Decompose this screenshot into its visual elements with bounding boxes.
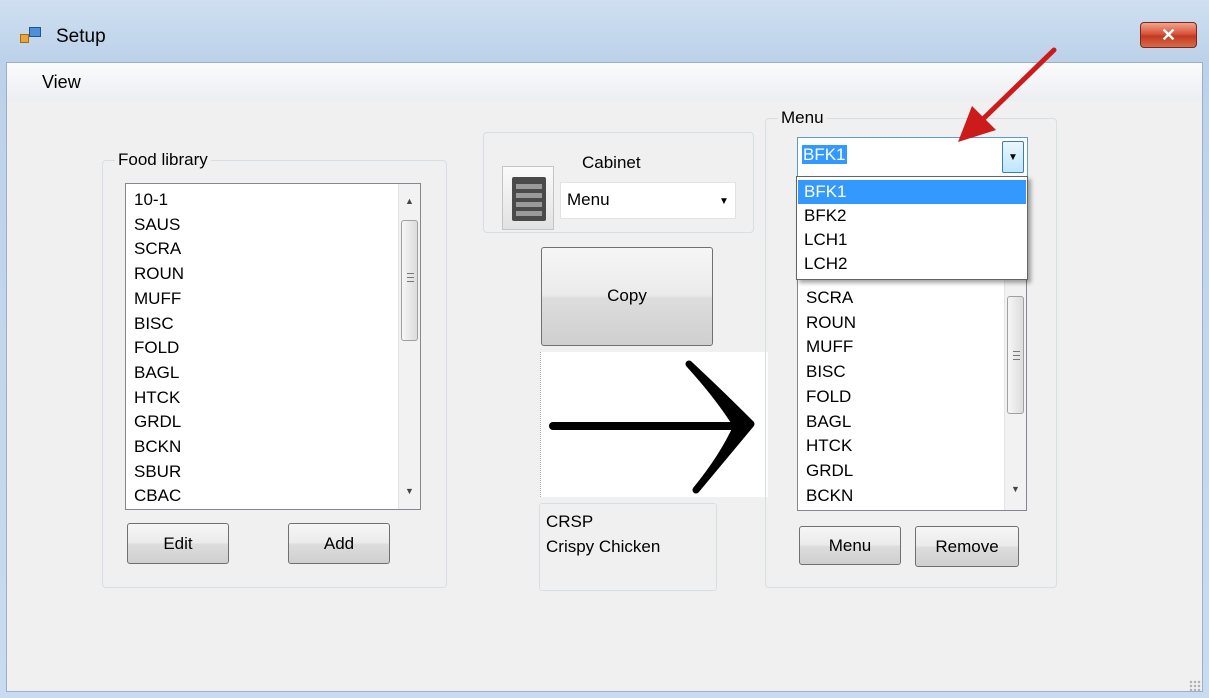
menu-scroll-thumb[interactable]: [1007, 296, 1024, 414]
menu-scroll-down-icon[interactable]: ▼: [1005, 480, 1026, 498]
cabinet-image: [502, 166, 554, 230]
menu-selected-value: BFK1: [802, 145, 847, 164]
food-library-label: Food library: [115, 150, 211, 170]
dropdown-option[interactable]: LCH2: [798, 252, 1026, 276]
cabinet-selected-value: Menu: [567, 190, 610, 209]
food-library-scrollbar[interactable]: ▲ ▼: [398, 184, 420, 509]
cabinet-select[interactable]: Menu ▼: [560, 182, 736, 219]
scroll-down-icon[interactable]: ▼: [399, 482, 420, 500]
food-library-items: 10-1 SAUS SCRA ROUN MUFF BISC FOLD BAGL HTCK GRDL…: [134, 188, 184, 509]
list-item[interactable]: BCKN: [134, 435, 184, 460]
list-item[interactable]: BISC: [134, 312, 184, 337]
list-item[interactable]: SCRA: [806, 286, 856, 311]
list-item[interactable]: CBAC: [134, 484, 184, 509]
right-arrow-icon: [549, 360, 755, 494]
add-button[interactable]: Add: [288, 523, 390, 564]
dropdown-option[interactable]: BFK2: [798, 204, 1026, 228]
list-item[interactable]: ROUN: [806, 311, 856, 336]
scroll-up-icon[interactable]: ▲: [399, 192, 420, 210]
list-item[interactable]: SAUS: [134, 213, 184, 238]
menu-item-view[interactable]: View: [42, 72, 81, 93]
app-icon: [20, 26, 42, 46]
selected-food-name: Crispy Chicken: [546, 537, 661, 556]
menu-items: SCRA ROUN MUFF BISC FOLD BAGL HTCK GRDL BCKN: [806, 286, 856, 508]
list-item[interactable]: GRDL: [806, 459, 856, 484]
list-item[interactable]: ROUN: [134, 262, 184, 287]
food-library-list[interactable]: 10-1 SAUS SCRA ROUN MUFF BISC FOLD BAGL HTCK GRDL…: [125, 183, 421, 510]
resize-grip-icon[interactable]: [1189, 680, 1201, 692]
scroll-thumb[interactable]: [401, 220, 418, 341]
list-item[interactable]: HTCK: [806, 434, 856, 459]
menu-dropdown-list: BFK1 BFK2 LCH1 LCH2: [796, 176, 1028, 280]
list-item[interactable]: BAGL: [134, 361, 184, 386]
cabinet-label: Cabinet: [582, 153, 641, 172]
list-item[interactable]: MUFF: [134, 287, 184, 312]
edit-button[interactable]: Edit: [127, 523, 229, 564]
dropdown-option[interactable]: LCH1: [798, 228, 1026, 252]
close-button[interactable]: ✕: [1140, 22, 1197, 48]
selected-food-panel: CRSP Crispy Chicken: [539, 503, 717, 591]
list-item[interactable]: SBUR: [134, 460, 184, 485]
list-item[interactable]: HTCK: [134, 386, 184, 411]
list-item[interactable]: FOLD: [806, 385, 856, 410]
selected-food-code: CRSP: [546, 512, 594, 531]
list-item[interactable]: GRDL: [134, 410, 184, 435]
menu-button[interactable]: Menu: [799, 526, 901, 565]
list-item[interactable]: SCRA: [134, 237, 184, 262]
arrow-image: [540, 352, 768, 497]
annotation-arrow-icon: [958, 47, 1057, 142]
list-item[interactable]: BISC: [806, 360, 856, 385]
list-item[interactable]: 10-1: [134, 188, 184, 213]
window-title: Setup: [56, 26, 106, 47]
menu-items-list[interactable]: SCRA ROUN MUFF BISC FOLD BAGL HTCK GRDL BCKN ▼: [797, 280, 1027, 511]
menu-list-scrollbar[interactable]: ▼: [1004, 280, 1026, 510]
remove-button[interactable]: Remove: [915, 526, 1019, 567]
list-item[interactable]: MUFF: [806, 335, 856, 360]
chevron-down-icon[interactable]: ▼: [715, 185, 733, 216]
list-item[interactable]: BAGL: [806, 410, 856, 435]
dropdown-option[interactable]: BFK1: [798, 180, 1026, 204]
list-item[interactable]: FOLD: [134, 336, 184, 361]
copy-button[interactable]: Copy: [541, 247, 713, 346]
menu-group-label: Menu: [778, 108, 827, 128]
list-item[interactable]: BCKN: [806, 484, 856, 509]
